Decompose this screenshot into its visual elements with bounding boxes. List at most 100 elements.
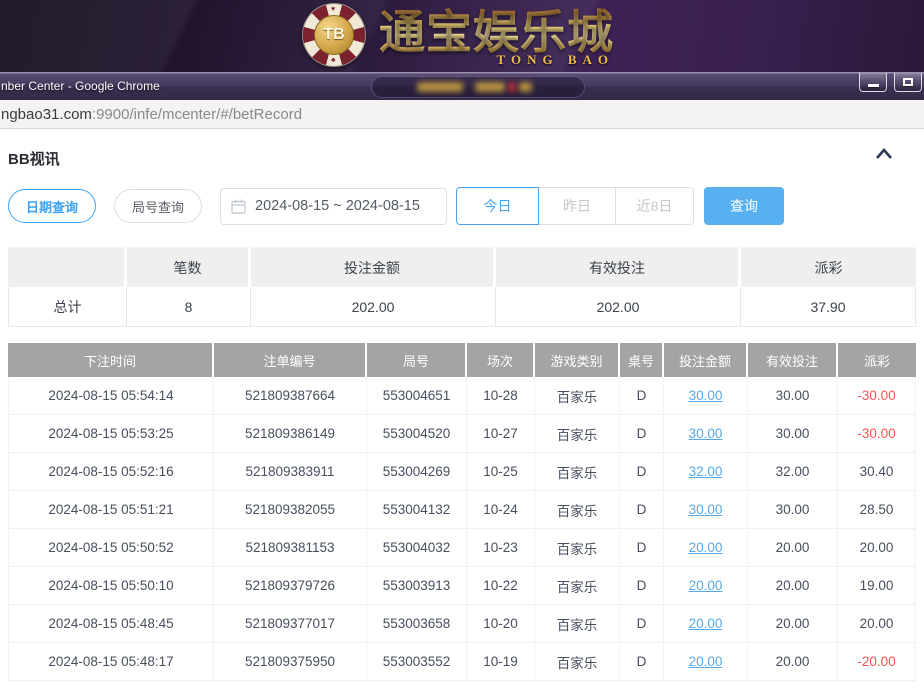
summary-count-value: 8 xyxy=(127,287,251,327)
round-query-tab[interactable]: 局号查询 xyxy=(114,189,202,223)
bet-amount-link[interactable]: 20.00 xyxy=(689,540,723,555)
valid-bet-cell: 32.00 xyxy=(748,453,838,491)
url-path: :9900/infe/mcenter/#/betRecord xyxy=(92,106,302,123)
filter-toolbar: 日期查询 局号查询 2024-08-15 ~ 2024-08-15 今日 昨日 … xyxy=(8,187,916,225)
diamond-suit-icon: ♦ xyxy=(356,32,360,39)
bet-no-cell: 521809375950 xyxy=(214,643,367,681)
blurred-account-info xyxy=(371,76,585,98)
session-cell: 10-22 xyxy=(467,567,535,605)
summary-header-payout: 派彩 xyxy=(741,247,916,287)
summary-table: 笔数 投注金额 有效投注 派彩 总计 8 202.00 202.00 37.90 xyxy=(8,247,916,327)
bet-amount-link[interactable]: 30.00 xyxy=(689,388,723,403)
bet-no-cell: 521809387664 xyxy=(214,377,367,415)
col-header-game-type: 游戏类别 xyxy=(535,343,620,377)
bet-no-cell: 521809382055 xyxy=(214,491,367,529)
table-row: 2024-08-15 05:51:21 521809382055 5530041… xyxy=(8,491,916,529)
valid-bet-cell: 20.00 xyxy=(748,567,838,605)
valid-bet-cell: 30.00 xyxy=(748,491,838,529)
maximize-button[interactable] xyxy=(894,73,922,92)
round-no-cell: 553004032 xyxy=(367,529,467,567)
window-title: nber Center - Google Chrome xyxy=(1,73,160,100)
payout-cell: 28.50 xyxy=(838,491,916,529)
valid-bet-cell: 20.00 xyxy=(748,529,838,567)
calendar-icon xyxy=(231,199,246,214)
session-cell: 10-20 xyxy=(467,605,535,643)
search-button[interactable]: 查询 xyxy=(704,187,784,225)
table-no-cell: D xyxy=(620,377,664,415)
table-no-cell: D xyxy=(620,643,664,681)
bet-time-cell: 2024-08-15 05:51:21 xyxy=(8,491,214,529)
bet-amount-cell: 32.00 xyxy=(664,453,748,491)
round-no-cell: 553003913 xyxy=(367,567,467,605)
bet-time-cell: 2024-08-15 05:48:45 xyxy=(8,605,214,643)
round-no-cell: 553003552 xyxy=(367,643,467,681)
date-range-picker[interactable]: 2024-08-15 ~ 2024-08-15 xyxy=(220,188,447,225)
bet-records-table: 下注时间 注单编号 局号 场次 游戏类别 桌号 投注金额 有效投注 派彩 202… xyxy=(8,343,916,681)
bet-time-cell: 2024-08-15 05:50:10 xyxy=(8,567,214,605)
last-8-days-button[interactable]: 近8日 xyxy=(615,187,694,225)
valid-bet-cell: 20.00 xyxy=(748,605,838,643)
today-button[interactable]: 今日 xyxy=(456,187,539,225)
col-header-bet-amount: 投注金额 xyxy=(664,343,748,377)
bet-amount-cell: 30.00 xyxy=(664,377,748,415)
bet-amount-link[interactable]: 20.00 xyxy=(689,578,723,593)
bet-amount-link[interactable]: 20.00 xyxy=(689,616,723,631)
round-no-cell: 553004651 xyxy=(367,377,467,415)
game-type-cell: 百家乐 xyxy=(535,643,620,681)
url-domain: ngbao31.com xyxy=(1,106,92,123)
round-no-cell: 553004269 xyxy=(367,453,467,491)
payout-cell: 19.00 xyxy=(838,567,916,605)
collapse-section-button[interactable] xyxy=(874,147,894,161)
bet-no-cell: 521809383911 xyxy=(214,453,367,491)
chevron-up-icon xyxy=(874,147,894,161)
game-type-cell: 百家乐 xyxy=(535,529,620,567)
session-cell: 10-25 xyxy=(467,453,535,491)
col-header-round-no: 局号 xyxy=(367,343,467,377)
summary-header-blank xyxy=(8,247,127,287)
payout-cell: -30.00 xyxy=(838,377,916,415)
col-header-bet-time: 下注时间 xyxy=(8,343,214,377)
casino-logo: ♥ ♦ ♣ ♠ TB 通宝娱乐城 TONG BAO xyxy=(303,4,614,66)
summary-header-bet-amount: 投注金额 xyxy=(251,247,496,287)
valid-bet-cell: 30.00 xyxy=(748,377,838,415)
bet-amount-link[interactable]: 32.00 xyxy=(689,464,723,479)
session-cell: 10-27 xyxy=(467,415,535,453)
table-row: 2024-08-15 05:48:17 521809375950 5530035… xyxy=(8,643,916,681)
session-cell: 10-19 xyxy=(467,643,535,681)
table-row: 2024-08-15 05:48:45 521809377017 5530036… xyxy=(8,605,916,643)
summary-total-row: 总计 8 202.00 202.00 37.90 xyxy=(8,287,916,327)
summary-header-valid-bet: 有效投注 xyxy=(496,247,741,287)
table-no-cell: D xyxy=(620,415,664,453)
col-header-payout: 派彩 xyxy=(838,343,916,377)
window-titlebar: nber Center - Google Chrome xyxy=(0,72,924,100)
table-row: 2024-08-15 05:50:10 521809379726 5530039… xyxy=(8,567,916,605)
brand-name-english: TONG BAO xyxy=(497,52,614,68)
bet-amount-link[interactable]: 20.00 xyxy=(689,654,723,669)
section-title: BB视讯 xyxy=(8,151,60,168)
bet-amount-link[interactable]: 30.00 xyxy=(689,502,723,517)
bet-amount-link[interactable]: 30.00 xyxy=(689,426,723,441)
summary-total-label: 总计 xyxy=(8,287,127,327)
game-type-cell: 百家乐 xyxy=(535,605,620,643)
bet-amount-cell: 20.00 xyxy=(664,567,748,605)
valid-bet-cell: 20.00 xyxy=(748,643,838,681)
col-header-valid-bet: 有效投注 xyxy=(748,343,838,377)
round-no-cell: 553004132 xyxy=(367,491,467,529)
session-cell: 10-24 xyxy=(467,491,535,529)
round-no-cell: 553003658 xyxy=(367,605,467,643)
minimize-button[interactable] xyxy=(859,73,887,92)
payout-cell: 20.00 xyxy=(838,605,916,643)
yesterday-button[interactable]: 昨日 xyxy=(538,187,616,225)
minimize-icon xyxy=(868,84,879,87)
bet-no-cell: 521809386149 xyxy=(214,415,367,453)
round-no-cell: 553004520 xyxy=(367,415,467,453)
address-bar[interactable]: ngbao31.com:9900/infe/mcenter/#/betRecor… xyxy=(0,100,924,129)
table-no-cell: D xyxy=(620,529,664,567)
date-range-value: 2024-08-15 ~ 2024-08-15 xyxy=(255,198,420,214)
game-type-cell: 百家乐 xyxy=(535,491,620,529)
session-cell: 10-23 xyxy=(467,529,535,567)
bet-no-cell: 521809377017 xyxy=(214,605,367,643)
quick-range-group: 今日 昨日 近8日 xyxy=(456,187,694,225)
bet-record-page: BB视讯 日期查询 局号查询 2024-08-15 ~ 2024-08-15 今… xyxy=(0,129,924,681)
date-query-tab[interactable]: 日期查询 xyxy=(8,189,96,223)
